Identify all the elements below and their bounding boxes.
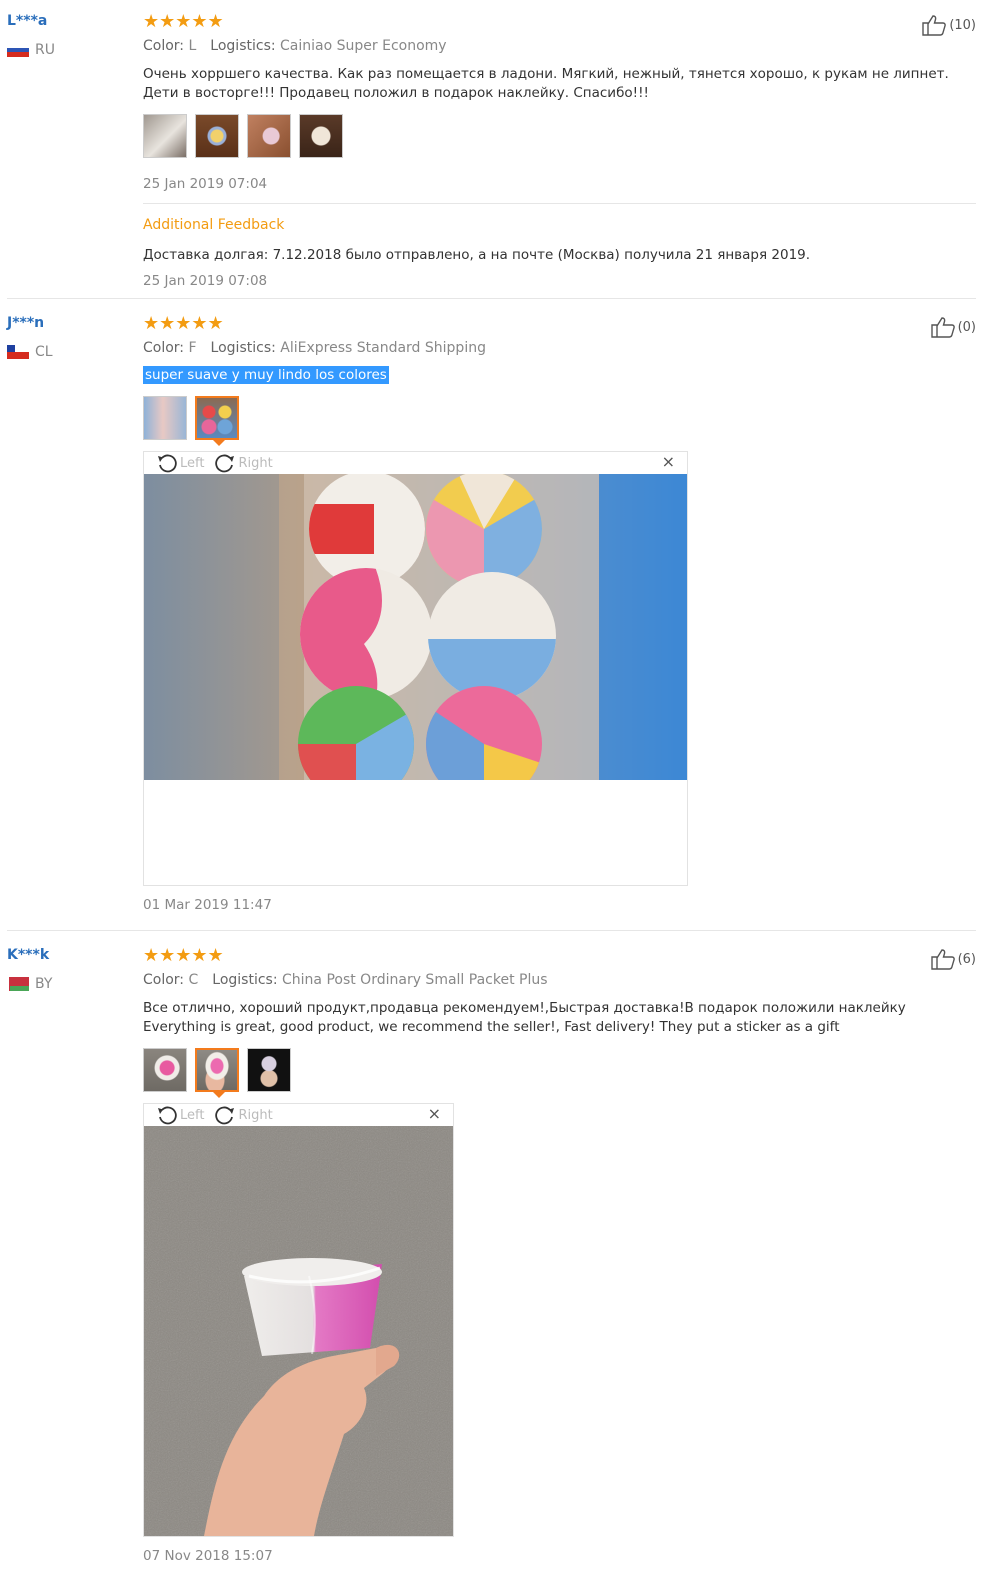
thumbs-up-icon <box>930 949 955 970</box>
slime-photo <box>144 474 687 780</box>
slime-in-hand-photo <box>144 1126 453 1536</box>
logistics-label: Logistics: <box>212 972 278 988</box>
logistics-value: AliExpress Standard Shipping <box>280 340 486 356</box>
review-divider <box>7 930 976 931</box>
order-info: Color: C Logistics: China Post Ordinary S… <box>143 972 548 988</box>
photo-thumbnail[interactable] <box>143 1048 187 1092</box>
thumbs-up-icon <box>922 15 947 36</box>
photo-thumbnail-selected[interactable] <box>195 1048 239 1098</box>
color-value: F <box>188 340 197 356</box>
star-rating: ★★★★★ <box>143 11 224 32</box>
rotate-left-icon <box>158 454 177 473</box>
photo-thumbnail[interactable] <box>143 114 187 158</box>
helpful-count: (10) <box>949 17 976 33</box>
buyer-country: CL <box>7 344 53 360</box>
logistics-value: China Post Ordinary Small Packet Plus <box>282 972 548 988</box>
close-viewer-button[interactable]: × <box>428 1104 441 1123</box>
rotate-right-button[interactable]: Right <box>214 1104 273 1126</box>
review-text: Все отлично, хороший продукт,продавца ре… <box>143 1000 906 1035</box>
flag-ru-icon <box>7 43 29 57</box>
photo-viewer: Left Right × <box>143 1103 454 1537</box>
rotate-left-button[interactable]: Left <box>156 452 204 474</box>
buyer-name[interactable]: J***n <box>7 315 44 331</box>
photo-thumbnail[interactable] <box>143 396 187 440</box>
logistics-label: Logistics: <box>210 38 276 54</box>
color-value: C <box>188 972 199 988</box>
review-date: 25 Jan 2019 07:04 <box>143 176 268 192</box>
photo-thumbnail-selected[interactable] <box>195 396 239 446</box>
additional-feedback-title: Additional Feedback <box>143 217 285 233</box>
review-date: 07 Nov 2018 15:07 <box>143 1548 273 1564</box>
country-code: CL <box>35 344 53 360</box>
color-label: Color: <box>143 972 185 988</box>
close-viewer-button[interactable]: × <box>662 452 675 471</box>
review-photo-large <box>144 474 687 780</box>
helpful-button[interactable]: (0) <box>930 316 976 338</box>
color-value: L <box>188 38 197 54</box>
country-code: BY <box>35 976 53 992</box>
helpful-button[interactable]: (6) <box>930 948 976 970</box>
review-photos <box>143 1048 291 1098</box>
review-date: 01 Mar 2019 11:47 <box>143 897 272 913</box>
divider <box>143 203 976 204</box>
order-info: Color: F Logistics: AliExpress Standard S… <box>143 340 486 356</box>
rotate-right-label: Right <box>238 1107 273 1123</box>
star-rating: ★★★★★ <box>143 313 224 334</box>
rotate-right-icon <box>215 454 235 473</box>
photo-thumbnail[interactable] <box>195 114 239 158</box>
review-photo-large <box>144 1126 453 1536</box>
review-divider <box>7 298 976 299</box>
rotate-right-label: Right <box>238 455 273 471</box>
rotate-right-icon <box>215 1106 235 1125</box>
additional-feedback-text: Доставка долгая: 7.12.2018 было отправле… <box>143 247 811 263</box>
review-text: super suave y muy lindo los colores <box>143 366 973 385</box>
review-photos <box>143 114 343 158</box>
rotate-left-label: Left <box>180 455 205 471</box>
flag-cl-icon <box>7 345 29 359</box>
thumbs-up-icon <box>930 317 955 338</box>
rotate-right-button[interactable]: Right <box>214 452 273 474</box>
buyer-name[interactable]: K***k <box>7 947 49 963</box>
buyer-name[interactable]: L***a <box>7 13 47 29</box>
review-text-selected: super suave y muy lindo los colores <box>143 366 389 384</box>
viewer-toolbar: Left Right × <box>144 1104 453 1126</box>
country-code: RU <box>35 42 55 58</box>
color-label: Color: <box>143 340 185 356</box>
photo-viewer: Left Right × <box>143 451 688 886</box>
photo-thumbnail[interactable] <box>247 1048 291 1092</box>
viewer-toolbar: Left Right × <box>144 452 687 474</box>
flag-by-icon <box>7 977 29 991</box>
rotate-left-icon <box>158 1106 177 1125</box>
rotate-left-label: Left <box>180 1107 205 1123</box>
order-info: Color: L Logistics: Cainiao Super Economy <box>143 38 447 54</box>
helpful-count: (0) <box>957 319 976 335</box>
photo-thumbnail[interactable] <box>299 114 343 158</box>
helpful-button[interactable]: (10) <box>922 14 976 36</box>
review-photos <box>143 396 239 446</box>
additional-feedback-date: 25 Jan 2019 07:08 <box>143 273 268 289</box>
logistics-label: Logistics: <box>210 340 276 356</box>
star-rating: ★★★★★ <box>143 945 224 966</box>
photo-thumbnail[interactable] <box>247 114 291 158</box>
review-text: Очень хорршего качества. Как раз помещае… <box>143 66 949 101</box>
buyer-country: RU <box>7 42 55 58</box>
helpful-count: (6) <box>957 951 976 967</box>
buyer-country: BY <box>7 976 52 992</box>
logistics-value: Cainiao Super Economy <box>280 38 447 54</box>
color-label: Color: <box>143 38 185 54</box>
rotate-left-button[interactable]: Left <box>156 1104 204 1126</box>
